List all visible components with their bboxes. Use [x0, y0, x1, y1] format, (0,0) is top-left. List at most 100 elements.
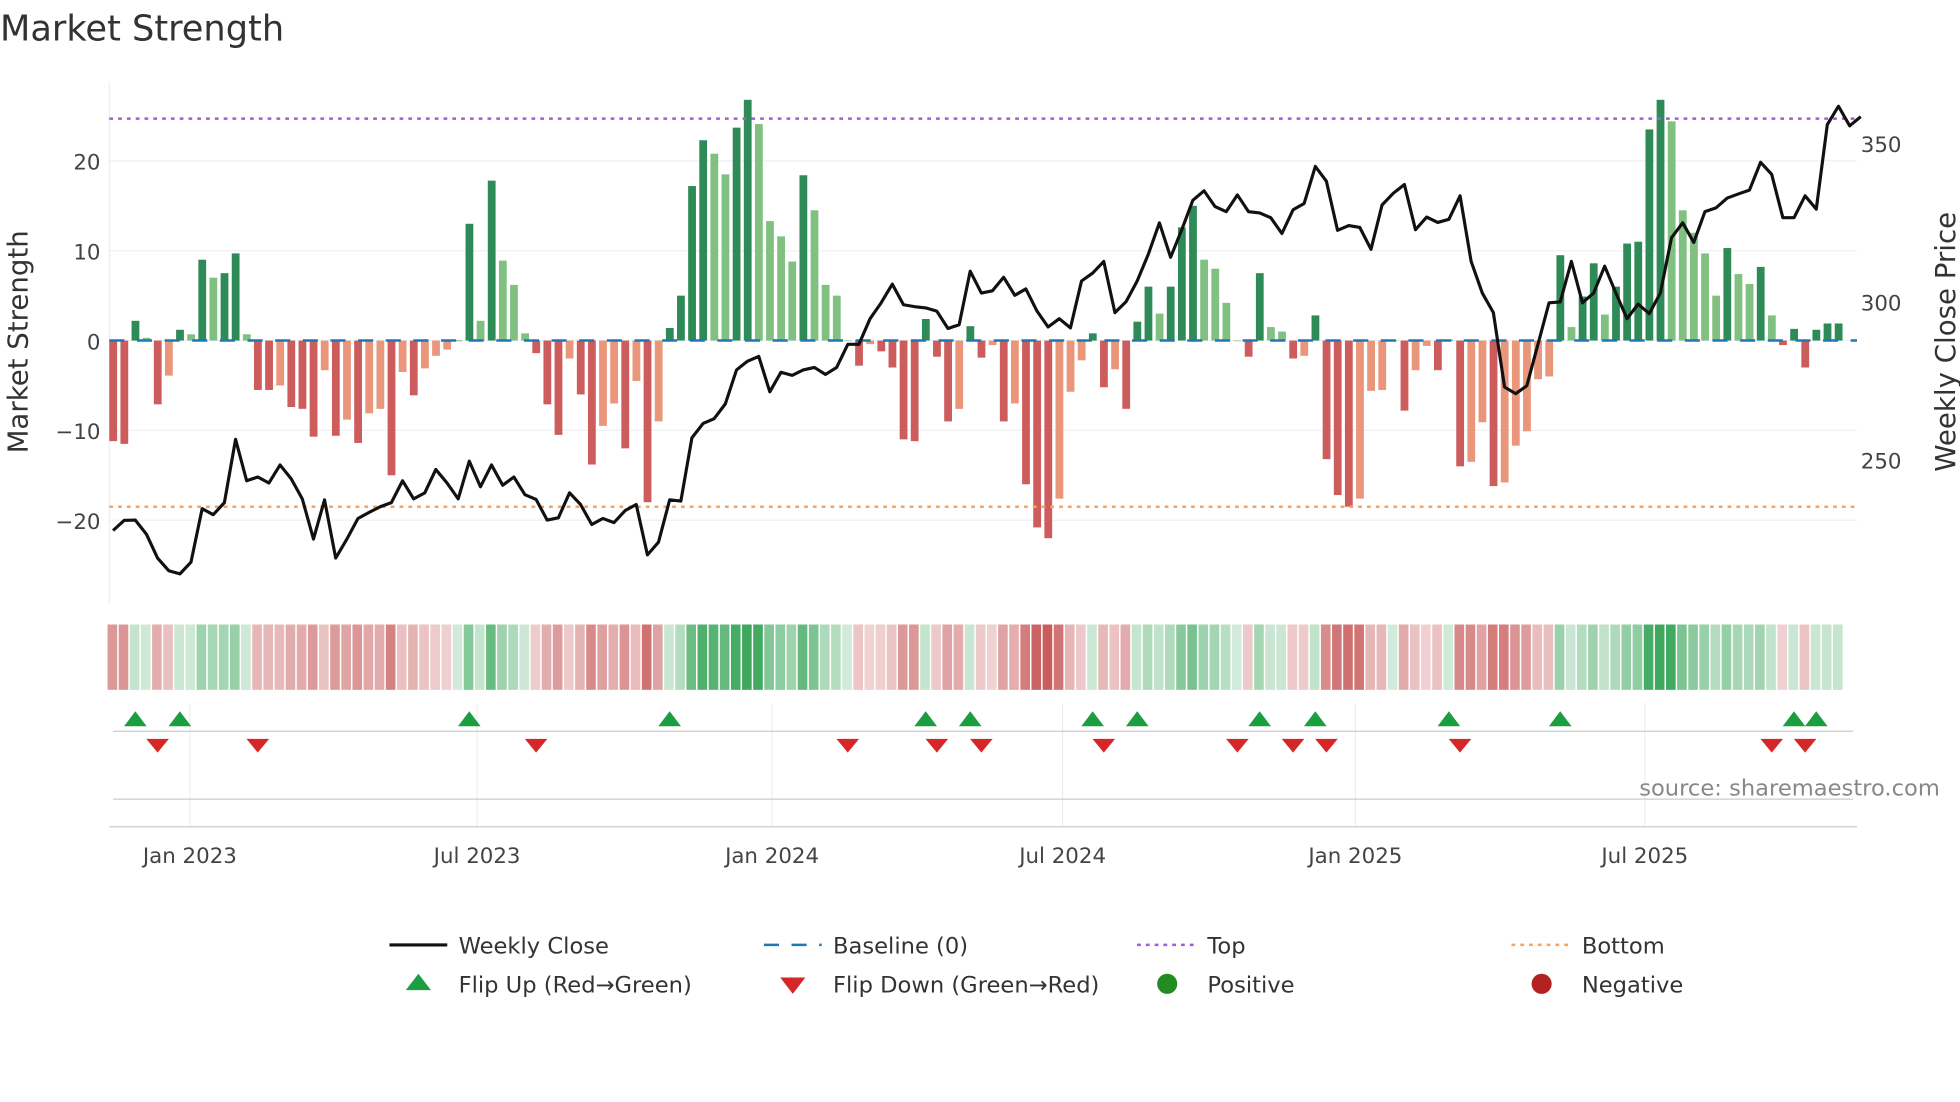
strength-bar: [365, 340, 374, 414]
strength-bar: [944, 340, 952, 422]
heat-cell: [742, 624, 752, 690]
heat-cell: [385, 624, 396, 690]
strength-bar: [343, 340, 351, 420]
heat-cell: [1710, 624, 1721, 690]
heat-cell: [1643, 624, 1654, 690]
heat-cell: [1198, 624, 1209, 690]
flip-down-marker: [1281, 738, 1305, 753]
marker-panel-gridlines: [189, 703, 1646, 827]
heat-cell: [1265, 624, 1275, 690]
flip-down-marker: [246, 738, 270, 753]
heat-cell: [1777, 624, 1787, 690]
strength-bar: [1111, 340, 1119, 370]
strength-bar: [1244, 340, 1253, 357]
strength-bar: [1623, 243, 1632, 341]
heat-cell: [842, 624, 852, 690]
flip-down-marker: [970, 738, 993, 753]
flip-down-marker: [925, 738, 949, 753]
heat-cell: [1532, 624, 1543, 690]
strength-bar: [1267, 327, 1275, 341]
heat-cell: [1510, 624, 1520, 690]
flip-up-marker: [1437, 711, 1461, 727]
heat-cell: [831, 624, 841, 690]
legend-flip-down-icon: [780, 977, 806, 994]
heat-cell: [1242, 624, 1253, 690]
heat-cell: [541, 624, 552, 690]
heat-cell: [1565, 624, 1576, 690]
legend-negative: Negative: [1582, 973, 1683, 999]
heat-cell: [1042, 624, 1053, 690]
flip-up-marker: [1804, 711, 1828, 727]
strength-bar: [409, 340, 418, 396]
strength-bar: [1333, 340, 1342, 496]
heat-cell: [675, 624, 685, 690]
strength-bar: [1022, 340, 1030, 485]
strength-bar: [844, 340, 852, 342]
heat-cell: [497, 624, 507, 690]
flip-up-marker: [124, 711, 147, 727]
strength-bar: [1378, 340, 1387, 390]
y2-axis-label: Weekly Close Price: [1929, 212, 1960, 472]
strength-bar: [1656, 99, 1665, 341]
heat-cell: [1543, 624, 1554, 690]
heat-cell: [1031, 624, 1042, 690]
strength-bar: [1211, 268, 1220, 341]
strength-bar: [1122, 340, 1131, 409]
flip-down-marker: [1793, 738, 1817, 753]
strength-bar: [120, 340, 129, 444]
strength-bar: [1300, 340, 1309, 356]
strength-bar: [1411, 340, 1420, 371]
heat-cell: [641, 624, 652, 690]
strength-bar: [1634, 241, 1643, 341]
heat-cell: [1576, 624, 1587, 690]
heat-cell: [463, 624, 474, 690]
y2-tick-label: 300: [1861, 291, 1902, 316]
heat-cell: [786, 624, 797, 690]
legend-flip-up: Flip Up (Red→Green): [459, 973, 692, 999]
strength-bar: [1734, 274, 1743, 341]
strength-bar: [777, 236, 786, 341]
strength-bar: [554, 340, 563, 435]
flip-up-marker: [1548, 711, 1572, 727]
market-strength-chart: Market Strength −20 −10 0 10 20 250 300 350 Ma…: [0, 8, 1960, 999]
strength-bar: [498, 260, 507, 341]
heat-cell: [330, 624, 340, 690]
heat-cell: [263, 624, 274, 690]
strength-bar: [443, 340, 452, 350]
heat-cell: [1320, 624, 1331, 690]
strength-bar: [1834, 323, 1843, 341]
heat-cell: [1098, 624, 1108, 690]
heat-cell: [207, 624, 218, 690]
heat-cell: [1231, 624, 1242, 690]
heat-cell: [1276, 624, 1287, 690]
strength-bar: [1055, 340, 1064, 499]
heat-cell: [419, 624, 429, 690]
heat-cell: [1621, 624, 1632, 690]
flip-down-marker: [1760, 738, 1784, 753]
heat-cell: [964, 624, 975, 690]
heat-cell: [241, 624, 251, 690]
heat-cell: [229, 624, 240, 690]
chart-title: Market Strength: [0, 8, 284, 49]
heat-cell: [1009, 624, 1019, 690]
strength-bar: [743, 99, 752, 341]
heat-cell: [586, 624, 596, 690]
strength-bar: [1233, 340, 1242, 342]
heat-cell: [697, 624, 708, 690]
heat-cell: [864, 624, 875, 690]
y-tick-label: 0: [87, 330, 101, 355]
strength-bar: [387, 340, 396, 476]
strength-bar: [1200, 259, 1209, 341]
strength-bar: [933, 340, 941, 357]
heat-cell: [452, 624, 463, 690]
flip-up-marker: [958, 711, 982, 727]
strength-bar: [543, 340, 552, 405]
strength-bar: [1222, 302, 1231, 341]
strength-bar: [1177, 227, 1186, 341]
strength-bar: [1801, 340, 1810, 368]
strength-bar: [1767, 315, 1776, 341]
strength-bar: [1456, 340, 1465, 467]
strength-bar: [665, 327, 674, 341]
legend-bottom: Bottom: [1582, 934, 1665, 960]
legend: Weekly Close Baseline (0) Top Bottom Fli…: [389, 934, 1683, 999]
